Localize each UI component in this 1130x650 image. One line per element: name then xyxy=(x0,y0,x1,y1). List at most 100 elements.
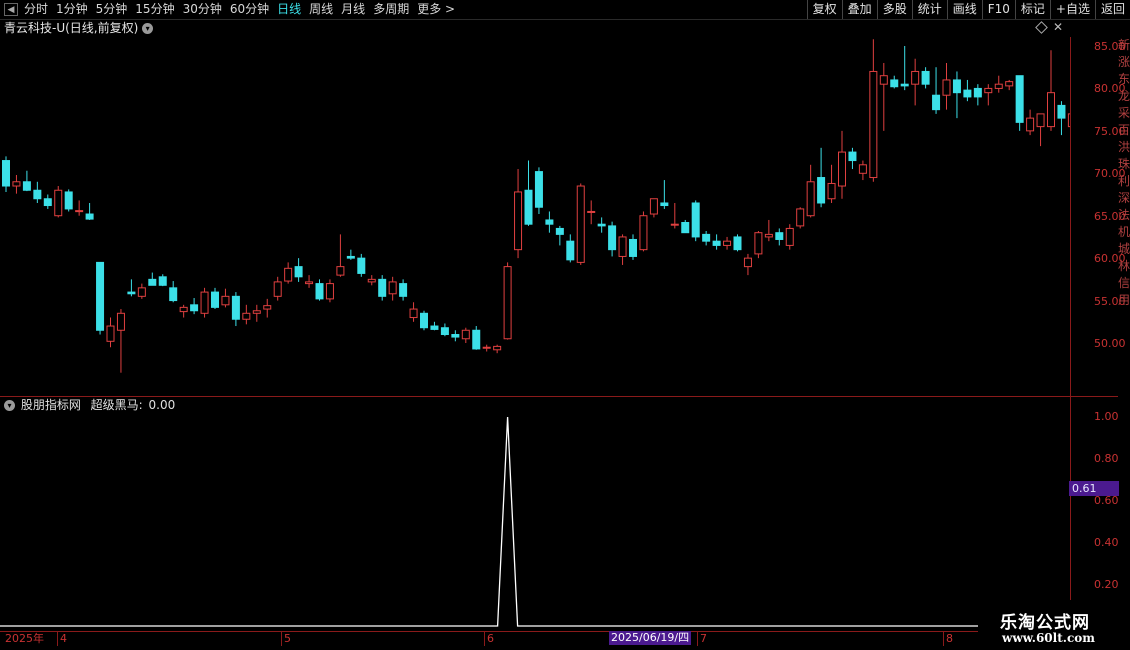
candle-body xyxy=(22,181,31,191)
candle xyxy=(336,234,345,277)
candle xyxy=(587,200,596,225)
date-label: 2025年 xyxy=(5,632,44,645)
chevron-down-icon[interactable]: ▾ xyxy=(4,400,15,411)
candle xyxy=(932,67,941,114)
logo-name: 乐淘公式网 xyxy=(1000,613,1090,633)
right-edge-text: 新涨东龙采百洪珠利深法机城林信用 xyxy=(1118,38,1130,307)
candle-body xyxy=(785,227,794,246)
candle xyxy=(629,234,637,260)
candle xyxy=(879,62,888,131)
candle-body xyxy=(806,181,815,217)
candle xyxy=(806,164,815,218)
candle-body xyxy=(1057,104,1066,119)
candle-body xyxy=(482,346,491,349)
candle xyxy=(848,147,857,170)
back-button[interactable]: 返回 xyxy=(1094,0,1130,19)
candle-body xyxy=(1047,92,1055,128)
candle xyxy=(378,275,387,301)
candle xyxy=(597,217,606,233)
candle-body xyxy=(796,208,805,227)
date-separator xyxy=(697,632,698,646)
candle-body xyxy=(566,240,575,261)
candle xyxy=(294,258,303,282)
candle xyxy=(618,234,627,265)
indicator-tick: 0.80 xyxy=(1094,452,1119,465)
candle xyxy=(54,186,63,218)
candle-body xyxy=(367,278,376,283)
candle-body xyxy=(85,213,94,220)
candle-body xyxy=(817,177,826,204)
candle-body xyxy=(116,312,125,331)
candle xyxy=(200,287,209,318)
candle-body xyxy=(305,281,314,285)
candle xyxy=(284,262,293,284)
candle-body xyxy=(973,87,982,98)
candle xyxy=(952,71,961,119)
candle-body xyxy=(1036,113,1045,128)
indicator-header: ▾ 股朋指标网 超级黑马: 0.00 xyxy=(0,397,175,413)
candle-body xyxy=(294,266,303,278)
candle-body xyxy=(211,291,219,308)
candle-body xyxy=(911,70,920,85)
candle xyxy=(430,321,439,331)
candle xyxy=(775,228,784,246)
candle xyxy=(994,75,1003,93)
candle xyxy=(96,261,105,335)
candle xyxy=(963,79,972,102)
candle-body xyxy=(963,89,972,98)
candle-body xyxy=(284,267,293,282)
candle xyxy=(503,262,512,340)
candle xyxy=(942,62,951,110)
candle-body xyxy=(315,283,324,300)
candle xyxy=(545,211,554,233)
candle xyxy=(911,58,920,106)
candle xyxy=(346,249,355,260)
candle xyxy=(482,344,491,352)
candle-body xyxy=(555,227,564,235)
candle-body xyxy=(639,215,648,251)
candle xyxy=(733,234,742,252)
candle-body xyxy=(597,223,606,227)
candle-body xyxy=(534,171,543,208)
candle-body xyxy=(263,305,272,310)
candle-body xyxy=(440,327,449,336)
candle xyxy=(148,272,157,286)
candle-body xyxy=(660,202,669,207)
candle xyxy=(420,310,428,331)
candle-body xyxy=(158,276,167,286)
candle-body xyxy=(754,232,763,255)
candle xyxy=(451,330,460,342)
candle-body xyxy=(869,70,878,179)
candle xyxy=(242,304,251,325)
candle-body xyxy=(712,240,721,246)
candle xyxy=(524,160,533,226)
date-label: 7 xyxy=(700,632,707,645)
candle xyxy=(796,207,805,229)
candle xyxy=(743,253,752,276)
candle xyxy=(137,283,146,299)
candle-body xyxy=(994,83,1003,89)
candle-body xyxy=(1015,75,1024,123)
date-label: 6 xyxy=(487,632,494,645)
candle xyxy=(252,304,261,322)
candle-body xyxy=(388,281,397,295)
candle-body xyxy=(879,75,888,85)
candle-body xyxy=(514,191,523,251)
candle xyxy=(357,253,366,277)
candle xyxy=(305,275,314,288)
candle xyxy=(221,288,230,308)
date-cursor-label: 2025/06/19/四 xyxy=(609,631,692,645)
candle-body xyxy=(952,79,961,94)
candle-body xyxy=(890,79,899,88)
candle-body xyxy=(336,266,345,276)
candle-body xyxy=(54,189,63,217)
candle xyxy=(325,279,334,303)
candle xyxy=(827,164,836,203)
candle-body xyxy=(775,232,784,240)
candle xyxy=(754,230,763,259)
kline-chart[interactable] xyxy=(0,0,1070,631)
candle xyxy=(263,298,272,318)
indicator-tick: 0.40 xyxy=(1094,536,1119,549)
candle xyxy=(169,281,178,303)
candle xyxy=(639,211,648,252)
